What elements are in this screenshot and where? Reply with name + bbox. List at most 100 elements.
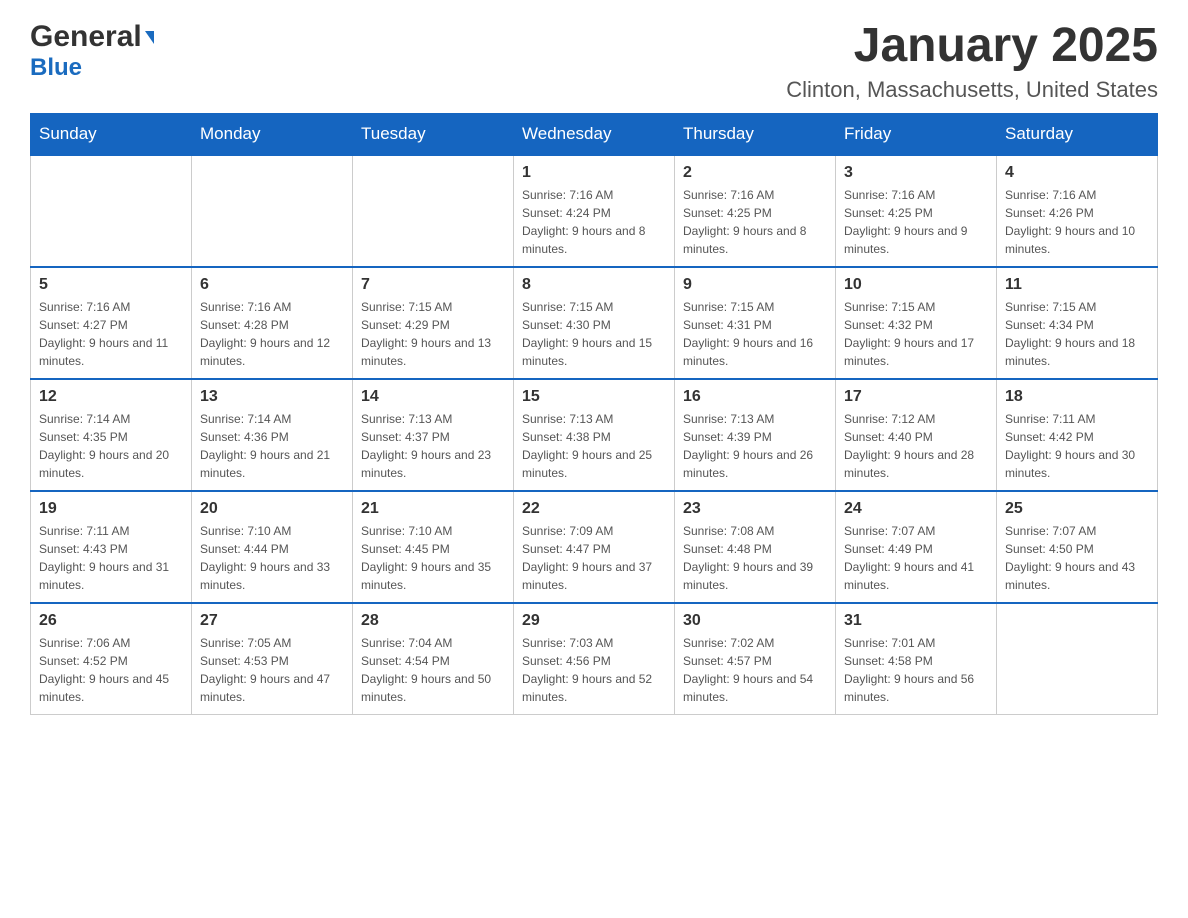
calendar-cell: 28 Sunrise: 7:04 AMSunset: 4:54 PMDayligh… bbox=[353, 603, 514, 715]
calendar-cell: 9Sunrise: 7:15 AMSunset: 4:31 PMDaylight… bbox=[675, 267, 836, 379]
day-info: Sunrise: 7:03 AMSunset: 4:56 PMDaylight:… bbox=[522, 634, 666, 706]
day-info: Sunrise: 7:05 AMSunset: 4:53 PMDaylight:… bbox=[200, 634, 344, 706]
calendar-cell: 15 Sunrise: 7:13 AMSunset: 4:38 PMDayligh… bbox=[514, 379, 675, 491]
calendar-table: SundayMondayTuesdayWednesdayThursdayFrid… bbox=[30, 113, 1158, 715]
day-number: 6 bbox=[200, 276, 344, 294]
day-number: 16 bbox=[683, 388, 827, 406]
day-info: Sunrise: 7:15 AMSunset: 4:29 PMDaylight:… bbox=[361, 298, 505, 370]
day-number: 10 bbox=[844, 276, 988, 294]
weekday-saturday: Saturday bbox=[997, 113, 1158, 155]
calendar-cell: 27 Sunrise: 7:05 AMSunset: 4:53 PMDayligh… bbox=[192, 603, 353, 715]
calendar-cell bbox=[192, 155, 353, 267]
calendar-cell: 26 Sunrise: 7:06 AMSunset: 4:52 PMDayligh… bbox=[31, 603, 192, 715]
day-number: 11 bbox=[1005, 276, 1149, 294]
logo-blue-text: Blue bbox=[30, 54, 82, 82]
week-row-4: 19 Sunrise: 7:11 AMSunset: 4:43 PMDayligh… bbox=[31, 491, 1158, 603]
calendar-cell: 24 Sunrise: 7:07 AMSunset: 4:49 PMDayligh… bbox=[836, 491, 997, 603]
day-info: Sunrise: 7:16 AMSunset: 4:25 PMDaylight:… bbox=[683, 186, 827, 258]
day-info: Sunrise: 7:10 AMSunset: 4:44 PMDaylight:… bbox=[200, 522, 344, 594]
day-number: 13 bbox=[200, 388, 344, 406]
calendar-cell: 14Sunrise: 7:13 AMSunset: 4:37 PMDayligh… bbox=[353, 379, 514, 491]
calendar-cell: 25 Sunrise: 7:07 AMSunset: 4:50 PMDayligh… bbox=[997, 491, 1158, 603]
week-row-3: 12Sunrise: 7:14 AMSunset: 4:35 PMDayligh… bbox=[31, 379, 1158, 491]
calendar-header: SundayMondayTuesdayWednesdayThursdayFrid… bbox=[31, 113, 1158, 155]
day-info: Sunrise: 7:13 AMSunset: 4:38 PMDaylight:… bbox=[522, 410, 666, 482]
week-row-5: 26 Sunrise: 7:06 AMSunset: 4:52 PMDayligh… bbox=[31, 603, 1158, 715]
day-number: 7 bbox=[361, 276, 505, 294]
calendar-cell bbox=[997, 603, 1158, 715]
day-info: Sunrise: 7:04 AMSunset: 4:54 PMDaylight:… bbox=[361, 634, 505, 706]
week-row-2: 5Sunrise: 7:16 AMSunset: 4:27 PMDaylight… bbox=[31, 267, 1158, 379]
calendar-cell: 5Sunrise: 7:16 AMSunset: 4:27 PMDaylight… bbox=[31, 267, 192, 379]
day-number: 31 bbox=[844, 612, 988, 630]
day-number: 14 bbox=[361, 388, 505, 406]
calendar-body: 1Sunrise: 7:16 AMSunset: 4:24 PMDaylight… bbox=[31, 155, 1158, 715]
calendar-cell: 17 Sunrise: 7:12 AMSunset: 4:40 PMDayligh… bbox=[836, 379, 997, 491]
calendar-cell: 31 Sunrise: 7:01 AMSunset: 4:58 PMDayligh… bbox=[836, 603, 997, 715]
day-number: 18 bbox=[1005, 388, 1149, 406]
weekday-tuesday: Tuesday bbox=[353, 113, 514, 155]
calendar-cell: 7 Sunrise: 7:15 AMSunset: 4:29 PMDaylight… bbox=[353, 267, 514, 379]
day-number: 8 bbox=[522, 276, 666, 294]
calendar-cell: 6 Sunrise: 7:16 AMSunset: 4:28 PMDaylight… bbox=[192, 267, 353, 379]
weekday-header-row: SundayMondayTuesdayWednesdayThursdayFrid… bbox=[31, 113, 1158, 155]
day-info: Sunrise: 7:08 AMSunset: 4:48 PMDaylight:… bbox=[683, 522, 827, 594]
weekday-monday: Monday bbox=[192, 113, 353, 155]
day-number: 3 bbox=[844, 164, 988, 182]
day-number: 17 bbox=[844, 388, 988, 406]
calendar-cell: 13 Sunrise: 7:14 AMSunset: 4:36 PMDayligh… bbox=[192, 379, 353, 491]
calendar-cell: 4Sunrise: 7:16 AMSunset: 4:26 PMDaylight… bbox=[997, 155, 1158, 267]
week-row-1: 1Sunrise: 7:16 AMSunset: 4:24 PMDaylight… bbox=[31, 155, 1158, 267]
day-info: Sunrise: 7:14 AMSunset: 4:36 PMDaylight:… bbox=[200, 410, 344, 482]
logo: General Blue bbox=[30, 20, 154, 82]
day-info: Sunrise: 7:09 AMSunset: 4:47 PMDaylight:… bbox=[522, 522, 666, 594]
weekday-sunday: Sunday bbox=[31, 113, 192, 155]
day-info: Sunrise: 7:11 AMSunset: 4:43 PMDaylight:… bbox=[39, 522, 183, 594]
calendar-cell bbox=[353, 155, 514, 267]
day-number: 27 bbox=[200, 612, 344, 630]
day-info: Sunrise: 7:06 AMSunset: 4:52 PMDaylight:… bbox=[39, 634, 183, 706]
day-number: 2 bbox=[683, 164, 827, 182]
weekday-wednesday: Wednesday bbox=[514, 113, 675, 155]
day-info: Sunrise: 7:10 AMSunset: 4:45 PMDaylight:… bbox=[361, 522, 505, 594]
title-section: January 2025 Clinton, Massachusetts, Uni… bbox=[786, 20, 1158, 103]
day-number: 19 bbox=[39, 500, 183, 518]
day-number: 20 bbox=[200, 500, 344, 518]
day-info: Sunrise: 7:16 AMSunset: 4:26 PMDaylight:… bbox=[1005, 186, 1149, 258]
day-number: 15 bbox=[522, 388, 666, 406]
day-info: Sunrise: 7:15 AMSunset: 4:32 PMDaylight:… bbox=[844, 298, 988, 370]
calendar-cell: 16 Sunrise: 7:13 AMSunset: 4:39 PMDayligh… bbox=[675, 379, 836, 491]
day-number: 12 bbox=[39, 388, 183, 406]
calendar-cell: 23 Sunrise: 7:08 AMSunset: 4:48 PMDayligh… bbox=[675, 491, 836, 603]
calendar-title: January 2025 bbox=[786, 20, 1158, 73]
day-info: Sunrise: 7:13 AMSunset: 4:39 PMDaylight:… bbox=[683, 410, 827, 482]
calendar-cell: 1Sunrise: 7:16 AMSunset: 4:24 PMDaylight… bbox=[514, 155, 675, 267]
calendar-cell: 10 Sunrise: 7:15 AMSunset: 4:32 PMDayligh… bbox=[836, 267, 997, 379]
day-number: 23 bbox=[683, 500, 827, 518]
calendar-cell: 12Sunrise: 7:14 AMSunset: 4:35 PMDayligh… bbox=[31, 379, 192, 491]
logo-triangle-icon bbox=[145, 31, 154, 44]
day-number: 25 bbox=[1005, 500, 1149, 518]
day-info: Sunrise: 7:16 AMSunset: 4:28 PMDaylight:… bbox=[200, 298, 344, 370]
day-number: 28 bbox=[361, 612, 505, 630]
day-info: Sunrise: 7:15 AMSunset: 4:34 PMDaylight:… bbox=[1005, 298, 1149, 370]
day-number: 1 bbox=[522, 164, 666, 182]
calendar-subtitle: Clinton, Massachusetts, United States bbox=[786, 77, 1158, 103]
day-info: Sunrise: 7:02 AMSunset: 4:57 PMDaylight:… bbox=[683, 634, 827, 706]
calendar-cell bbox=[31, 155, 192, 267]
calendar-cell: 30 Sunrise: 7:02 AMSunset: 4:57 PMDayligh… bbox=[675, 603, 836, 715]
calendar-cell: 2 Sunrise: 7:16 AMSunset: 4:25 PMDaylight… bbox=[675, 155, 836, 267]
day-info: Sunrise: 7:12 AMSunset: 4:40 PMDaylight:… bbox=[844, 410, 988, 482]
calendar-cell: 3 Sunrise: 7:16 AMSunset: 4:25 PMDaylight… bbox=[836, 155, 997, 267]
day-info: Sunrise: 7:07 AMSunset: 4:50 PMDaylight:… bbox=[1005, 522, 1149, 594]
day-info: Sunrise: 7:11 AMSunset: 4:42 PMDaylight:… bbox=[1005, 410, 1149, 482]
day-info: Sunrise: 7:16 AMSunset: 4:27 PMDaylight:… bbox=[39, 298, 183, 370]
day-info: Sunrise: 7:01 AMSunset: 4:58 PMDaylight:… bbox=[844, 634, 988, 706]
day-info: Sunrise: 7:07 AMSunset: 4:49 PMDaylight:… bbox=[844, 522, 988, 594]
day-number: 30 bbox=[683, 612, 827, 630]
day-number: 26 bbox=[39, 612, 183, 630]
day-info: Sunrise: 7:16 AMSunset: 4:25 PMDaylight:… bbox=[844, 186, 988, 258]
day-number: 24 bbox=[844, 500, 988, 518]
day-number: 29 bbox=[522, 612, 666, 630]
calendar-cell: 29 Sunrise: 7:03 AMSunset: 4:56 PMDayligh… bbox=[514, 603, 675, 715]
